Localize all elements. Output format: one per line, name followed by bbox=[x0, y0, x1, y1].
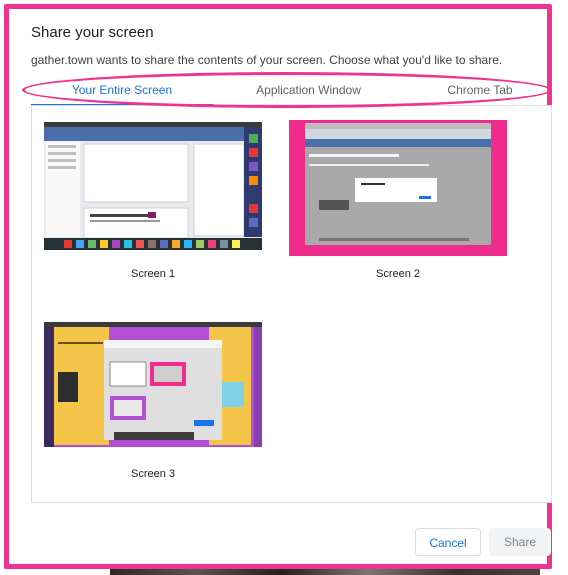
screen-1-label: Screen 1 bbox=[130, 268, 176, 280]
screen-1-preview-image bbox=[44, 122, 262, 250]
dialog-subtitle: gather.town wants to share the contents … bbox=[31, 53, 503, 67]
screen-tile-2[interactable]: Screen 2 bbox=[289, 120, 507, 292]
screen-tile-1[interactable]: Screen 1 bbox=[44, 122, 262, 292]
screen-2-thumbnail bbox=[289, 120, 507, 256]
screen-2-label: Screen 2 bbox=[375, 268, 421, 280]
desktop-taskbar-strip bbox=[110, 569, 540, 575]
tab-entire-screen[interactable]: Your Entire Screen bbox=[31, 76, 213, 105]
share-button[interactable]: Share bbox=[489, 528, 551, 556]
source-tabs: Your Entire Screen Application Window Ch… bbox=[31, 76, 552, 106]
screen-1-thumbnail bbox=[44, 122, 262, 250]
screen-2-preview-image bbox=[289, 120, 507, 256]
screen-3-thumbnail bbox=[44, 322, 262, 447]
screen-3-preview-image bbox=[44, 322, 262, 447]
tab-application-window[interactable]: Application Window bbox=[213, 76, 404, 105]
dialog-title: Share your screen bbox=[31, 24, 154, 41]
screen-3-label: Screen 3 bbox=[130, 468, 176, 480]
screen-tile-3[interactable]: Screen 3 bbox=[44, 322, 262, 482]
tab-chrome-tab[interactable]: Chrome Tab bbox=[411, 76, 549, 105]
cancel-button[interactable]: Cancel bbox=[415, 528, 481, 556]
